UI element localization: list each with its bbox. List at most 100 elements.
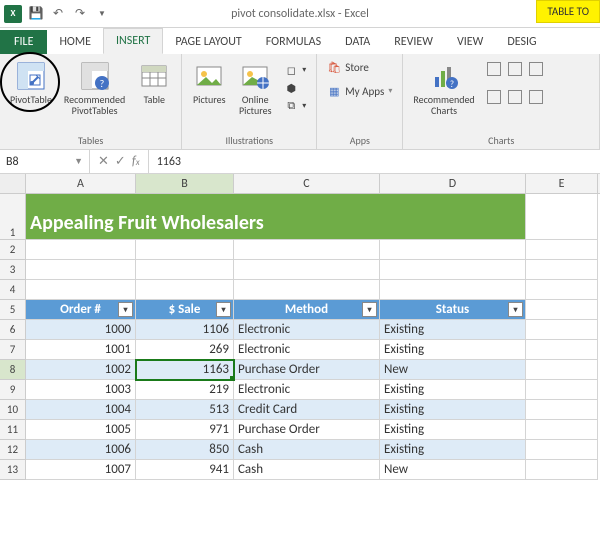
cell[interactable] [526,260,598,280]
shapes-button[interactable]: ◻▾ [284,63,306,77]
tab-file[interactable]: FILE [0,30,47,54]
store-button[interactable]: 🛍 Store [327,60,392,74]
online-pictures-button[interactable]: Online Pictures [234,58,276,118]
cell[interactable] [526,460,598,480]
cell-sale[interactable]: 850 [136,440,234,460]
tab-data[interactable]: DATA [333,30,382,54]
area-chart-icon[interactable] [508,90,522,104]
pie-chart-icon[interactable] [529,62,543,76]
row-header[interactable]: 1 [0,194,26,240]
row-header[interactable]: 10 [0,400,26,420]
cell[interactable] [526,420,598,440]
row-header[interactable]: 6 [0,320,26,340]
cell-method[interactable]: Purchase Order [234,420,380,440]
bar-chart-icon[interactable] [487,90,501,104]
cell-status[interactable]: New [380,460,526,480]
cell[interactable] [526,360,598,380]
cell-method[interactable]: Credit Card [234,400,380,420]
worksheet-grid[interactable]: A B C D E 1 Appealing Fruit Wholesalers … [0,174,600,480]
recommended-pivottables-button[interactable]: ? Recommended PivotTables [60,58,129,118]
redo-icon[interactable]: ↷ [72,6,88,22]
cell-order[interactable]: 1002 [26,360,136,380]
cell-sale[interactable]: 269 [136,340,234,360]
cell-order[interactable]: 1007 [26,460,136,480]
row-header[interactable]: 13 [0,460,26,480]
cell[interactable] [526,240,598,260]
row-header[interactable]: 8 [0,360,26,380]
formula-input[interactable]: 1163 [149,150,600,173]
cell[interactable] [26,260,136,280]
cell[interactable] [136,280,234,300]
cell-status[interactable]: Existing [380,320,526,340]
select-all-corner[interactable] [0,174,26,193]
cell[interactable] [526,320,598,340]
row-header[interactable]: 5 [0,300,26,320]
filter-dropdown-icon[interactable]: ▾ [118,302,133,317]
row-header[interactable]: 12 [0,440,26,460]
tab-view[interactable]: VIEW [445,30,495,54]
cell[interactable] [526,194,598,240]
recommended-charts-button[interactable]: ? Recommended Charts [409,58,478,118]
cell[interactable] [26,240,136,260]
tab-review[interactable]: REVIEW [382,30,445,54]
cell-sale[interactable]: 941 [136,460,234,480]
cell[interactable] [234,240,380,260]
scatter-chart-icon[interactable] [529,90,543,104]
cell-method[interactable]: Purchase Order [234,360,380,380]
cell-order[interactable]: 1006 [26,440,136,460]
cell-sale[interactable]: 219 [136,380,234,400]
my-apps-button[interactable]: ▦ My Apps ▾ [327,84,392,98]
cell-method[interactable]: Electronic [234,320,380,340]
smartart-button[interactable]: ⬢ [284,81,306,95]
cell-sale[interactable]: 1106 [136,320,234,340]
cell[interactable] [380,240,526,260]
name-box-dropdown-icon[interactable]: ▼ [74,156,83,167]
row-header[interactable]: 2 [0,240,26,260]
row-header[interactable]: 3 [0,260,26,280]
cell[interactable] [526,380,598,400]
tab-insert[interactable]: INSERT [103,28,163,54]
cell-status[interactable]: Existing [380,440,526,460]
pivottable-button[interactable]: PivotTable [6,58,56,118]
fx-icon[interactable]: fx [132,154,140,169]
table-button[interactable]: Table [133,58,175,118]
cell[interactable] [234,260,380,280]
cell[interactable] [526,340,598,360]
filter-dropdown-icon[interactable]: ▾ [362,302,377,317]
cell-status[interactable]: Existing [380,400,526,420]
cell-status[interactable]: Existing [380,420,526,440]
cell-status[interactable]: Existing [380,340,526,360]
cell-method[interactable]: Electronic [234,340,380,360]
cell-order[interactable]: 1005 [26,420,136,440]
col-header-c[interactable]: C [234,174,380,193]
tab-design[interactable]: DESIG [495,30,548,54]
screenshot-button[interactable]: ⧉▾ [284,99,306,113]
tab-page-layout[interactable]: PAGE LAYOUT [163,30,253,54]
cell[interactable] [234,280,380,300]
cell[interactable] [380,280,526,300]
cell[interactable] [26,280,136,300]
col-header-a[interactable]: A [26,174,136,193]
row-header[interactable]: 9 [0,380,26,400]
table-header-order[interactable]: Order #▾ [26,300,136,320]
table-header-method[interactable]: Method▾ [234,300,380,320]
undo-icon[interactable]: ↶ [50,6,66,22]
col-header-e[interactable]: E [526,174,598,193]
cell[interactable] [526,300,598,320]
row-header[interactable]: 7 [0,340,26,360]
cell-sale[interactable]: 1163 [136,360,234,380]
cell-order[interactable]: 1001 [26,340,136,360]
cell-order[interactable]: 1000 [26,320,136,340]
cell[interactable] [526,280,598,300]
cell[interactable] [380,260,526,280]
row-header[interactable]: 11 [0,420,26,440]
table-header-sale[interactable]: $ Sale▾ [136,300,234,320]
cell-sale[interactable]: 513 [136,400,234,420]
cell[interactable] [136,240,234,260]
cell-status[interactable]: New [380,360,526,380]
tab-home[interactable]: HOME [47,30,103,54]
row-header[interactable]: 4 [0,280,26,300]
cell-status[interactable]: Existing [380,380,526,400]
cell[interactable] [136,260,234,280]
cell-order[interactable]: 1003 [26,380,136,400]
